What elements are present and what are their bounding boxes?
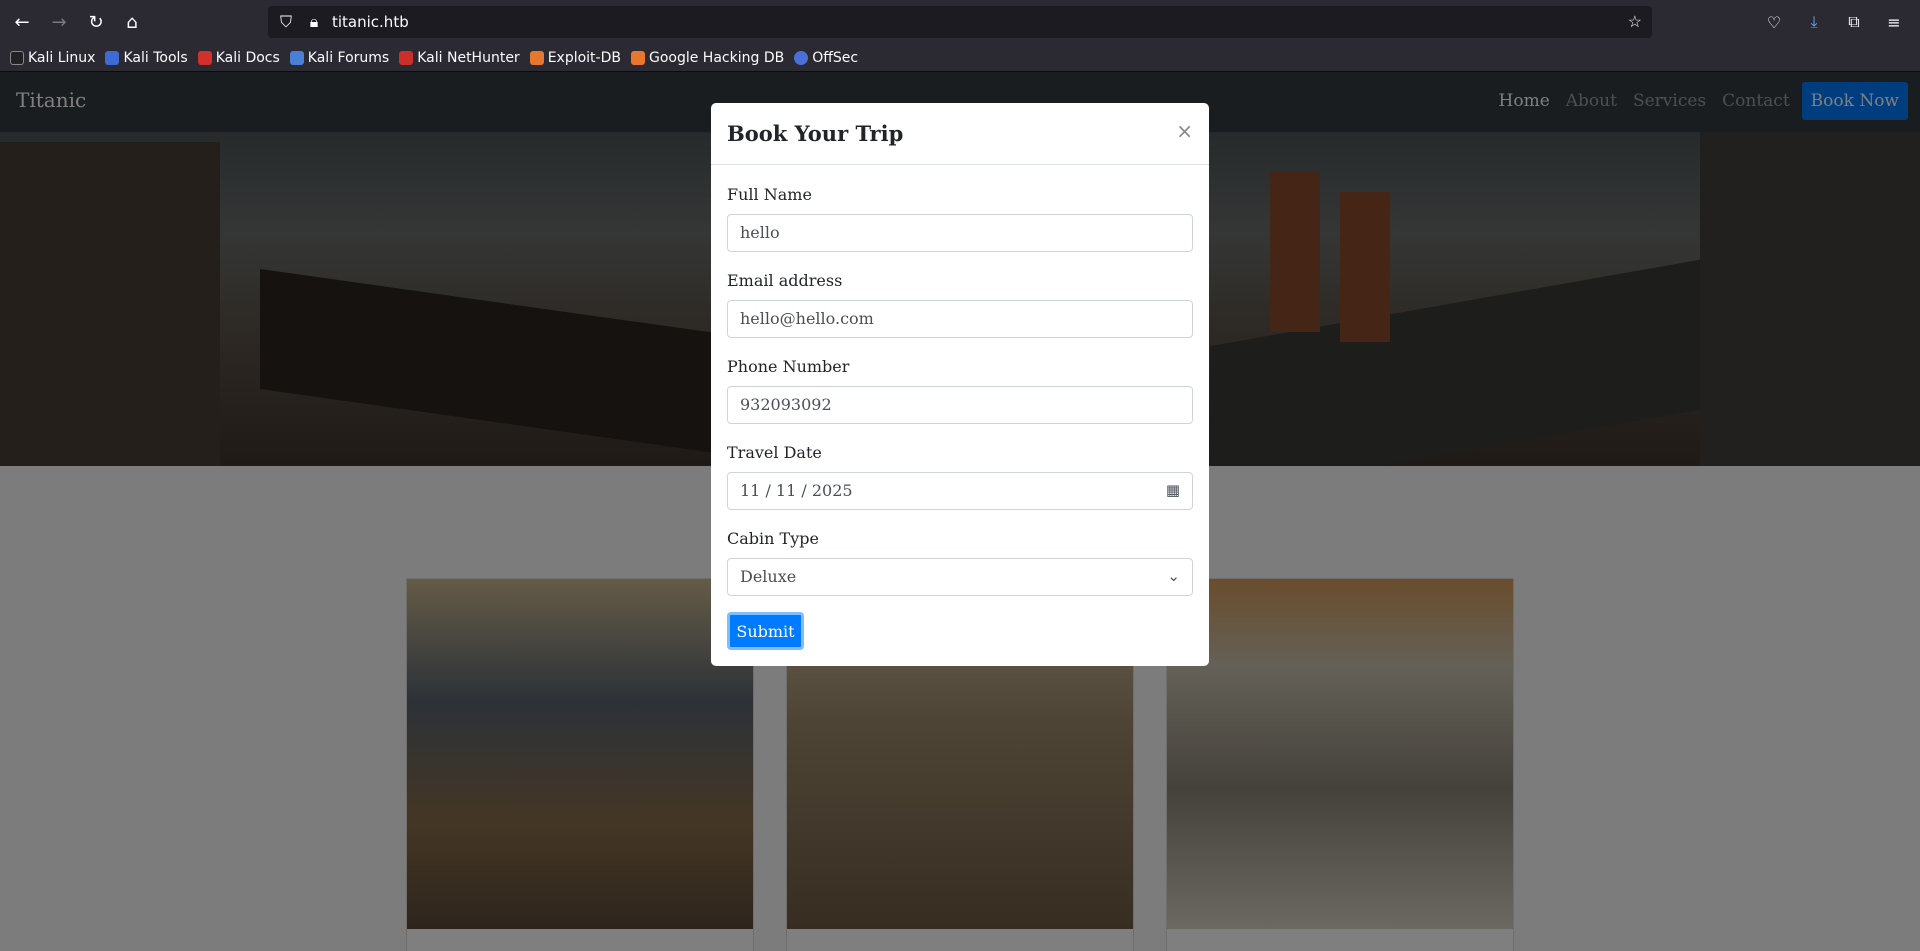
offsec-icon	[794, 50, 809, 65]
email-input[interactable]: hello@hello.com	[727, 300, 1193, 338]
ghdb-icon	[630, 50, 645, 65]
nethunter-icon	[399, 50, 414, 65]
email-value: hello@hello.com	[740, 309, 874, 328]
phone-label: Phone Number	[727, 357, 850, 376]
cabin-type-value: Deluxe	[740, 567, 797, 586]
travel-date-label: Travel Date	[727, 443, 822, 462]
full-name-value: hello	[740, 223, 780, 242]
bookmark-kali-docs[interactable]: Kali Docs	[197, 50, 280, 66]
cabin-type-select[interactable]: Deluxe ⌄	[727, 558, 1193, 596]
full-name-input[interactable]: hello	[727, 214, 1193, 252]
booking-modal: Book Your Trip × Full Name hello Email a…	[711, 103, 1209, 666]
chevron-down-icon: ⌄	[1167, 567, 1180, 585]
bookmark-exploit-db[interactable]: Exploit-DB	[529, 50, 621, 66]
menu-icon[interactable]: ≡	[1876, 4, 1912, 40]
exploit-db-icon	[529, 50, 544, 65]
modal-header: Book Your Trip ×	[711, 103, 1209, 165]
kali-icon	[10, 50, 24, 65]
phone-group: Phone Number 932093092	[727, 357, 1193, 424]
kali-docs-icon	[197, 50, 212, 65]
home-icon[interactable]: ⌂	[114, 4, 150, 40]
forward-arrow-icon[interactable]: →	[41, 4, 77, 40]
travel-date-group: Travel Date 11 / 11 / 2025 ▦	[727, 443, 1193, 510]
back-arrow-icon[interactable]: ←	[4, 4, 40, 40]
browser-toolbar: ← → ↻ ⌂ ⛉ 🔒︎ titanic.htb ☆ ♡ ⤓ ⧉ ≡	[0, 0, 1920, 44]
bookmark-offsec[interactable]: OffSec	[794, 50, 858, 66]
cabin-type-label: Cabin Type	[727, 529, 819, 548]
full-name-group: Full Name hello	[727, 185, 1193, 252]
pocket-icon[interactable]: ♡	[1756, 4, 1792, 40]
bookmarks-bar: Kali Linux Kali Tools Kali Docs Kali For…	[0, 44, 1920, 72]
url-text[interactable]: titanic.htb	[332, 13, 409, 31]
kali-forums-icon	[289, 50, 304, 65]
submit-button[interactable]: Submit	[727, 612, 804, 650]
bookmark-kali-forums[interactable]: Kali Forums	[289, 50, 389, 66]
cabin-type-group: Cabin Type Deluxe ⌄	[727, 529, 1193, 596]
phone-input[interactable]: 932093092	[727, 386, 1193, 424]
email-label: Email address	[727, 271, 843, 290]
calendar-icon[interactable]: ▦	[1166, 481, 1180, 499]
url-bar[interactable]: ⛉ 🔒︎ titanic.htb ☆	[268, 6, 1652, 38]
bookmark-kali-linux[interactable]: Kali Linux	[10, 50, 95, 66]
web-page: Titanic Home About Services Contact Book…	[0, 72, 1920, 951]
reload-icon[interactable]: ↻	[78, 4, 114, 40]
email-group: Email address hello@hello.com	[727, 271, 1193, 338]
downloads-icon[interactable]: ⤓	[1796, 4, 1832, 40]
bookmark-kali-nethunter[interactable]: Kali NetHunter	[399, 50, 520, 66]
star-icon[interactable]: ☆	[1628, 12, 1642, 31]
bookmark-kali-tools[interactable]: Kali Tools	[105, 50, 188, 66]
phone-value: 932093092	[740, 395, 832, 414]
travel-date-value: 11 / 11 / 2025	[740, 481, 853, 500]
extensions-icon[interactable]: ⧉	[1836, 4, 1872, 40]
bookmark-google-hacking-db[interactable]: Google Hacking DB	[630, 50, 784, 66]
shield-icon[interactable]: ⛉	[272, 12, 300, 32]
lock-icon[interactable]: 🔒︎	[300, 12, 328, 32]
kali-tools-icon	[105, 50, 120, 65]
travel-date-input[interactable]: 11 / 11 / 2025 ▦	[727, 472, 1193, 510]
close-icon[interactable]: ×	[1176, 119, 1193, 143]
full-name-label: Full Name	[727, 185, 812, 204]
modal-title: Book Your Trip	[727, 121, 904, 146]
